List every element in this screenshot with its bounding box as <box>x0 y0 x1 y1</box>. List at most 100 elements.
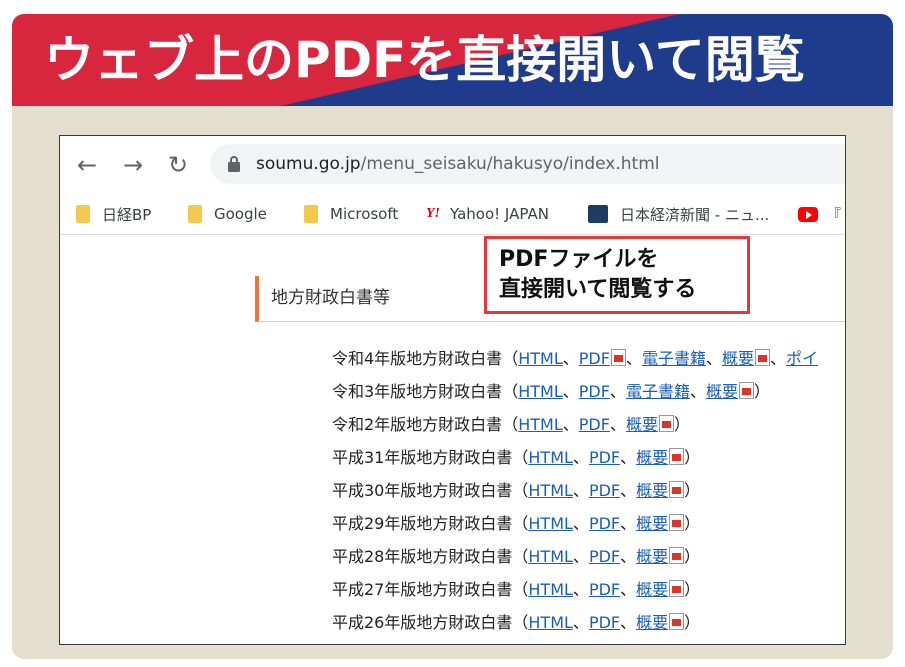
paren-open: （ <box>502 349 519 368</box>
report-row: 平成28年版地方財政白書（HTML、PDF、概要） <box>332 540 845 573</box>
report-link[interactable]: HTML <box>528 613 573 632</box>
report-link[interactable]: 電子書籍 <box>642 349 706 368</box>
url-text: soumu.go.jp/menu_seisaku/hakusyo/index.h… <box>256 144 660 184</box>
report-link[interactable]: PDF <box>589 613 620 632</box>
banner-title: ウェブ上のPDFを直接開いて閲覧 <box>44 31 805 89</box>
paren-open: （ <box>512 481 529 500</box>
bookmark-yahoo-japan[interactable]: Y! Yahoo! JAPAN <box>426 202 549 226</box>
report-link[interactable]: PDF <box>589 448 620 467</box>
report-link[interactable]: HTML <box>528 481 573 500</box>
bookmark-google[interactable]: Google <box>188 202 267 226</box>
paren-open: （ <box>512 547 529 566</box>
separator: 、 <box>620 514 637 533</box>
separator: 、 <box>620 481 637 500</box>
separator: 、 <box>689 382 706 401</box>
pdf-icon <box>669 448 685 465</box>
url-host: soumu.go.jp <box>256 154 361 174</box>
forward-button[interactable]: → <box>118 150 148 180</box>
separator: 、 <box>625 349 642 368</box>
report-row: 平成30年版地方財政白書（HTML、PDF、概要） <box>332 474 845 507</box>
separator: 、 <box>572 580 589 599</box>
separator: 、 <box>562 415 579 434</box>
pdf-icon <box>669 547 685 564</box>
pdf-icon <box>610 349 626 366</box>
report-link[interactable]: 概要 <box>636 514 668 533</box>
nikkei-icon <box>588 205 608 223</box>
separator: 、 <box>609 382 626 401</box>
report-link[interactable]: PDF <box>589 547 620 566</box>
bookmark-label: 日本経済新聞 - ニュ... <box>620 205 770 224</box>
report-link[interactable]: PDF <box>579 382 610 401</box>
folder-icon <box>304 205 318 223</box>
bookmark-nikkei[interactable]: 日本経済新聞 - ニュ... <box>588 202 769 226</box>
arrow-left-icon: ← <box>76 151 98 179</box>
back-button[interactable]: ← <box>72 150 102 180</box>
folder-icon <box>188 205 202 223</box>
report-link[interactable]: PDF <box>579 415 610 434</box>
paren-open: （ <box>502 382 519 401</box>
report-row: 平成27年版地方財政白書（HTML、PDF、概要） <box>332 573 845 606</box>
report-link[interactable]: ポイ <box>786 349 818 368</box>
paren-open: （ <box>512 613 529 632</box>
bookmark-label: 日経BP <box>102 205 152 224</box>
bookmark-nikkeibp[interactable]: 日経BP <box>76 202 151 226</box>
report-link[interactable]: HTML <box>528 448 573 467</box>
bookmark-label: 『 <box>826 205 842 224</box>
report-row: 平成29年版地方財政白書（HTML、PDF、概要） <box>332 507 845 540</box>
report-link[interactable]: 概要 <box>636 613 668 632</box>
youtube-icon <box>798 206 818 222</box>
slide-frame: ウェブ上のPDFを直接開いて閲覧 ← → ↻ soumu.go.jp/menu_… <box>12 14 893 659</box>
report-link[interactable]: 概要 <box>722 349 754 368</box>
report-link[interactable]: HTML <box>528 547 573 566</box>
pdf-icon <box>658 415 674 432</box>
pdf-icon <box>669 580 685 597</box>
paren-open: （ <box>502 415 519 434</box>
reload-icon: ↻ <box>167 151 189 179</box>
paren-close: ） <box>684 481 701 500</box>
separator: 、 <box>562 349 579 368</box>
title-banner: ウェブ上のPDFを直接開いて閲覧 <box>12 14 893 106</box>
separator: 、 <box>562 382 579 401</box>
report-link[interactable]: HTML <box>518 382 563 401</box>
paren-close: ） <box>684 580 701 599</box>
toolbar-divider <box>60 234 845 235</box>
report-link[interactable]: HTML <box>528 514 573 533</box>
report-link[interactable]: 概要 <box>706 382 738 401</box>
report-link[interactable]: HTML <box>528 580 573 599</box>
report-link[interactable]: 概要 <box>626 415 658 434</box>
reload-button[interactable]: ↻ <box>163 150 193 180</box>
report-title: 平成28年版地方財政白書 <box>332 547 513 566</box>
report-link[interactable]: PDF <box>589 481 620 500</box>
report-link[interactable]: 概要 <box>636 547 668 566</box>
paren-open: （ <box>512 514 529 533</box>
report-link[interactable]: HTML <box>518 349 563 368</box>
report-link[interactable]: 電子書籍 <box>626 382 690 401</box>
separator: 、 <box>572 514 589 533</box>
bookmark-youtube[interactable]: 『 <box>798 202 841 226</box>
report-link[interactable]: 概要 <box>636 448 668 467</box>
report-link[interactable]: HTML <box>518 415 563 434</box>
separator: 、 <box>620 613 637 632</box>
paren-close: ） <box>753 382 770 401</box>
report-link[interactable]: 概要 <box>636 481 668 500</box>
paren-close: ） <box>673 415 690 434</box>
browser-window: ← → ↻ soumu.go.jp/menu_seisaku/hakusyo/i… <box>59 135 846 645</box>
paren-close: ） <box>684 514 701 533</box>
yahoo-icon: Y! <box>426 206 440 221</box>
separator: 、 <box>705 349 722 368</box>
lock-icon <box>228 156 240 172</box>
report-title: 令和4年版地方財政白書 <box>332 349 503 368</box>
arrow-right-icon: → <box>122 151 144 179</box>
callout-line-2: 直接開いて閲覧する <box>499 277 697 302</box>
pdf-icon <box>738 382 754 399</box>
bookmark-label: Microsoft <box>330 205 399 223</box>
separator: 、 <box>769 349 786 368</box>
report-link[interactable]: PDF <box>579 349 610 368</box>
report-link[interactable]: PDF <box>589 580 620 599</box>
pdf-icon <box>669 514 685 531</box>
report-link[interactable]: PDF <box>589 514 620 533</box>
report-link[interactable]: 概要 <box>636 580 668 599</box>
address-bar[interactable]: soumu.go.jp/menu_seisaku/hakusyo/index.h… <box>210 144 845 184</box>
bookmark-microsoft[interactable]: Microsoft <box>304 202 398 226</box>
paren-close: ） <box>684 613 701 632</box>
